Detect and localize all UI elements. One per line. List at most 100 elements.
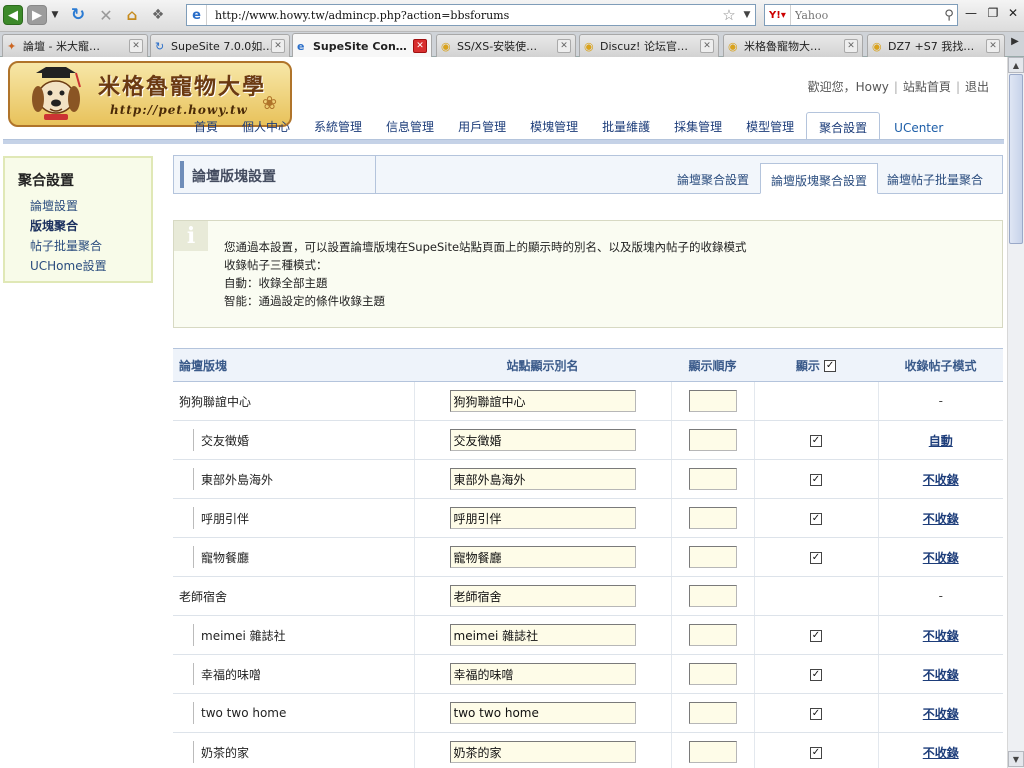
url-text[interactable]: http://www.howy.tw/admincp.php?action=bb… (207, 9, 719, 22)
sidemenu-item-post-batch[interactable]: 帖子批量聚合 (30, 237, 102, 254)
nav-personal[interactable]: 個人中心 (230, 118, 302, 141)
nav-aggregation[interactable]: 聚合設置 (806, 112, 881, 142)
alias-input[interactable] (449, 468, 636, 490)
bookmark-star-icon[interactable]: ☆ (719, 6, 739, 24)
extension-button[interactable]: ❖ (148, 5, 168, 25)
nav-info[interactable]: 信息管理 (374, 118, 446, 141)
browser-tab[interactable]: ◉ Discuz! 论坛官… ✕ (579, 34, 719, 57)
mode-link[interactable]: 不收錄 (923, 473, 959, 487)
show-checkbox[interactable]: ✓ (810, 746, 822, 759)
show-cell: ✓ (753, 459, 878, 499)
history-dropdown-button[interactable]: ▼ (49, 5, 61, 25)
tab-post-batch-aggregation[interactable]: 論壇帖子批量聚合 (877, 163, 993, 194)
scroll-down-icon[interactable]: ▼ (1008, 751, 1024, 767)
mode-link[interactable]: 不收錄 (923, 512, 959, 526)
tab-close-icon[interactable]: ✕ (557, 39, 571, 53)
nav-modules[interactable]: 模塊管理 (518, 118, 590, 141)
show-checkbox[interactable]: ✓ (810, 512, 822, 525)
mode-link[interactable]: 不收錄 (923, 707, 959, 721)
alias-input[interactable] (449, 507, 636, 529)
mode-link[interactable]: 不收錄 (923, 629, 959, 643)
order-input[interactable] (688, 546, 737, 568)
sidemenu-item-forum-settings[interactable]: 論壇設置 (30, 197, 78, 214)
show-checkbox[interactable]: ✓ (810, 551, 822, 564)
order-input[interactable] (688, 507, 737, 529)
order-input[interactable] (688, 702, 737, 724)
order-input[interactable] (688, 429, 737, 451)
reload-button[interactable]: ↻ (68, 5, 88, 25)
url-dropdown-icon[interactable]: ▼ (739, 10, 755, 20)
window-close-icon[interactable]: ✕ (1004, 6, 1022, 24)
show-checkbox[interactable]: ✓ (810, 473, 822, 486)
vertical-scrollbar[interactable]: ▲ ▼ (1007, 57, 1024, 768)
logout-link[interactable]: 退出 (965, 80, 989, 94)
sidemenu-item-board-aggregation[interactable]: 版塊聚合 (30, 217, 78, 234)
browser-tab[interactable]: ◉ DZ7 +S7 我找… ✕ (867, 34, 1005, 57)
stop-button[interactable]: ✕ (96, 5, 116, 25)
show-checkbox[interactable]: ✓ (810, 668, 822, 681)
nav-users[interactable]: 用戶管理 (446, 118, 518, 141)
board-name-cell: 幸福的味噌 (173, 654, 414, 694)
nav-home[interactable]: 首頁 (182, 118, 230, 141)
nav-models[interactable]: 模型管理 (734, 118, 806, 141)
tab-close-icon[interactable]: ✕ (986, 39, 1000, 53)
show-checkbox[interactable]: ✓ (810, 707, 822, 720)
alias-input[interactable] (449, 741, 636, 763)
alias-input[interactable] (449, 429, 636, 451)
tab-close-icon[interactable]: ✕ (700, 39, 714, 53)
browser-tab[interactable]: ↻ SupeSite 7.0.0如… ✕ (150, 34, 290, 57)
back-button[interactable]: ◀ (3, 5, 23, 25)
nav-batch[interactable]: 批量維護 (590, 118, 662, 141)
home-button[interactable]: ⌂ (122, 5, 142, 25)
browser-tab[interactable]: ◉ 米格魯寵物大… ✕ (723, 34, 863, 57)
browser-tab[interactable]: ◉ SS/XS-安裝使… ✕ (436, 34, 576, 57)
tab-list-chevron-icon[interactable]: ▶ (1006, 36, 1024, 54)
restore-icon[interactable]: ❐ (984, 6, 1002, 24)
order-input[interactable] (688, 624, 737, 646)
search-icon[interactable]: ⚲ (941, 8, 957, 23)
mode-link[interactable]: 自動 (929, 434, 953, 448)
tab-board-aggregation[interactable]: 論壇版塊聚合設置 (760, 163, 879, 194)
browser-tab-active[interactable]: e SupeSite Con… ✕ (292, 33, 432, 58)
browser-tab[interactable]: ✦ 論壇 - 米大寵… ✕ (2, 34, 148, 57)
show-checkbox[interactable]: ✓ (810, 434, 822, 447)
nav-underline (3, 139, 1004, 144)
search-bar[interactable]: Y!▾ ⚲ (764, 4, 958, 26)
select-all-checkbox[interactable]: ✓ (824, 360, 837, 372)
tab-close-icon[interactable]: ✕ (129, 39, 143, 53)
show-checkbox[interactable]: ✓ (810, 629, 822, 642)
tab-close-icon[interactable]: ✕ (271, 39, 285, 53)
nav-collect[interactable]: 採集管理 (662, 118, 734, 141)
alias-input[interactable] (449, 390, 636, 412)
mode-link[interactable]: 不收錄 (923, 551, 959, 565)
order-input[interactable] (688, 741, 737, 763)
site-home-link[interactable]: 站點首頁 (903, 80, 951, 94)
browser-toolbar: ◀ ▶ ▼ ↻ ✕ ⌂ ❖ e http://www.howy.tw/admin… (0, 0, 1024, 32)
alias-input[interactable] (449, 702, 636, 724)
order-input[interactable] (688, 663, 737, 685)
alias-input[interactable] (449, 585, 636, 607)
address-bar[interactable]: e http://www.howy.tw/admincp.php?action=… (186, 4, 756, 26)
search-input[interactable] (790, 8, 941, 22)
alias-cell (413, 381, 671, 421)
tab-close-icon[interactable]: ✕ (844, 39, 858, 53)
mode-link[interactable]: 不收錄 (923, 668, 959, 682)
scroll-up-icon[interactable]: ▲ (1008, 57, 1024, 73)
mode-link[interactable]: 不收錄 (923, 746, 959, 760)
yahoo-icon[interactable]: Y! ▾ (765, 5, 791, 25)
order-input[interactable] (688, 390, 737, 412)
nav-ucenter[interactable]: UCenter (880, 121, 955, 141)
order-input[interactable] (688, 468, 737, 490)
nav-system[interactable]: 系統管理 (302, 118, 374, 141)
alias-input[interactable] (449, 624, 636, 646)
sidemenu-item-uchome[interactable]: UCHome設置 (30, 257, 107, 274)
tab-close-icon[interactable]: ✕ (413, 39, 427, 53)
minimize-icon[interactable]: — (962, 6, 980, 24)
order-input[interactable] (688, 585, 737, 607)
alias-input[interactable] (449, 663, 636, 685)
alias-input[interactable] (449, 546, 636, 568)
divider (375, 156, 376, 193)
scrollbar-thumb[interactable] (1009, 74, 1023, 244)
forward-button[interactable]: ▶ (27, 5, 47, 25)
tab-forum-aggregation[interactable]: 論壇聚合設置 (667, 163, 759, 194)
